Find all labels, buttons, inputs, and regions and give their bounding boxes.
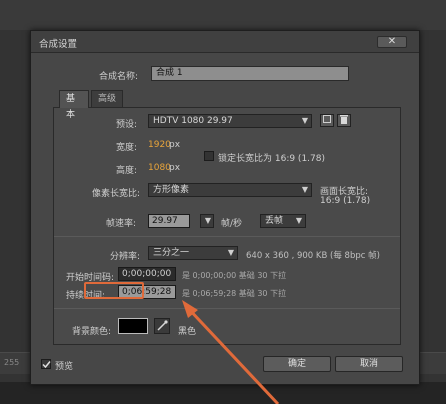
frame-rate-preset-dropdown[interactable]: ▼ (200, 214, 214, 228)
preset-value: HDTV 1080 29.97 (153, 116, 233, 126)
drop-frame-value: 丢帧 (265, 216, 284, 226)
start-timecode-input[interactable]: 0;00;00;00 (118, 267, 176, 281)
chevron-down-icon: ▼ (295, 216, 302, 225)
width-unit: px (169, 140, 181, 150)
resolution-label: 分辨率: (110, 252, 141, 262)
chevron-down-icon: ▼ (301, 185, 308, 194)
height-label: 高度: (116, 166, 138, 176)
delete-preset-button[interactable] (337, 114, 351, 127)
cancel-button[interactable]: 取消 (335, 356, 403, 372)
dialog-titlebar[interactable]: 合成设置 ✕ (31, 31, 419, 53)
resolution-dropdown[interactable]: 三分之一 ▼ (148, 246, 238, 260)
chevron-down-icon: ▼ (227, 248, 234, 257)
frame-rate-input[interactable]: 29.97 (148, 214, 190, 228)
eyedropper-icon (157, 320, 168, 331)
height-unit: px (169, 163, 181, 173)
frame-rate-unit: 帧/秒 (221, 219, 243, 229)
save-preset-button[interactable] (320, 114, 334, 127)
bg-color-label: 背景颜色: (72, 327, 112, 337)
chevron-down-icon: ▼ (204, 216, 211, 225)
resolution-info: 640 x 360 , 900 KB (每 8bpc 帧) (246, 251, 380, 261)
close-button[interactable]: ✕ (377, 36, 407, 48)
background-app-fragment: 255 (4, 358, 20, 367)
bg-color-swatch[interactable] (118, 318, 148, 334)
preview-checkbox[interactable] (41, 359, 51, 369)
trash-icon (340, 115, 348, 124)
bg-color-name: 黑色 (178, 327, 197, 337)
preset-dropdown[interactable]: HDTV 1080 29.97 ▼ (148, 114, 312, 128)
duration-info: 是 0;06;59;28 基础 30 下拉 (182, 289, 287, 298)
preset-label: 预设: (116, 120, 138, 130)
close-icon: ✕ (387, 36, 397, 47)
pixel-aspect-label: 像素长宽比: (92, 189, 141, 199)
tab-advanced[interactable]: 高级 (91, 90, 123, 107)
dialog-title: 合成设置 (39, 39, 78, 50)
save-icon (323, 115, 331, 123)
height-value[interactable]: 1080 (148, 163, 171, 173)
width-value[interactable]: 1920 (148, 140, 171, 150)
chevron-down-icon: ▼ (301, 116, 308, 125)
start-timecode-info: 是 0;00;00;00 基础 30 下拉 (182, 271, 287, 280)
checkmark-icon (42, 361, 51, 369)
lock-aspect-label: 锁定长宽比为 16:9 (1.78) (218, 154, 325, 164)
preview-label: 预览 (55, 362, 74, 372)
composition-name-label: 合成名称: (99, 72, 139, 82)
eyedropper-button[interactable] (154, 318, 170, 334)
composition-settings-dialog: 合成设置 ✕ 合成名称: 合成 1 基本 高级 预设: HDTV 1080 29… (30, 30, 420, 385)
lock-aspect-checkbox[interactable] (204, 151, 214, 161)
divider (54, 236, 400, 237)
pixel-aspect-value: 方形像素 (153, 185, 190, 195)
pixel-aspect-dropdown[interactable]: 方形像素 ▼ (148, 183, 312, 197)
basic-settings-panel: 预设: HDTV 1080 29.97 ▼ 宽度: 1920 px 锁定长宽比为… (53, 107, 401, 345)
duration-highlight-box (84, 282, 144, 299)
divider (54, 308, 400, 309)
frame-aspect-value: 16:9 (1.78) (320, 196, 371, 206)
tab-basic[interactable]: 基本 (59, 90, 89, 120)
ok-button[interactable]: 确定 (263, 356, 331, 372)
drop-frame-dropdown[interactable]: 丢帧 ▼ (260, 214, 306, 228)
width-label: 宽度: (116, 143, 138, 153)
background-app-right-panel (418, 30, 446, 404)
background-app-left-panel (0, 30, 30, 404)
frame-rate-label: 帧速率: (106, 219, 137, 229)
composition-name-input[interactable]: 合成 1 (151, 66, 349, 81)
background-app-toolbar (0, 0, 446, 30)
background-app-status-bar (0, 382, 446, 404)
resolution-value: 三分之一 (153, 248, 190, 258)
